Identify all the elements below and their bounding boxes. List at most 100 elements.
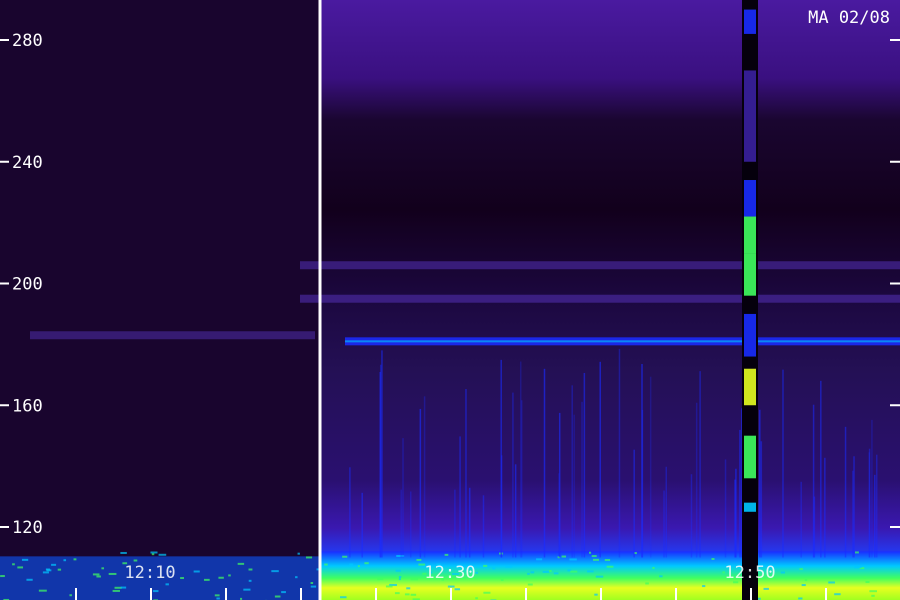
noise-speck: [570, 570, 578, 573]
vertical-streak: [871, 419, 873, 558]
noise-speck: [594, 593, 598, 596]
noise-speck: [475, 571, 479, 574]
y-tick-label-280: 280: [12, 31, 43, 51]
noise-speck: [588, 551, 592, 554]
noise-speck: [153, 590, 159, 593]
burst-segment: [744, 313, 756, 357]
vertical-streak: [824, 457, 826, 558]
noise-speck: [536, 558, 543, 561]
noise-speck: [569, 558, 577, 561]
noise-speck: [26, 578, 33, 581]
vertical-streak: [349, 467, 351, 558]
noise-speck: [120, 551, 127, 554]
noise-speck: [51, 563, 57, 566]
noise-speck: [193, 570, 200, 573]
y-tick-left-160: [0, 404, 9, 407]
noise-speck: [101, 567, 105, 570]
noise-speck: [398, 578, 401, 581]
vertical-streak: [759, 409, 761, 558]
noise-speck: [492, 567, 496, 570]
vertical-streak: [583, 372, 586, 558]
vertical-streak: [520, 400, 523, 558]
vertical-streak: [690, 474, 693, 558]
noise-speck: [364, 562, 369, 565]
y-tick-left-200: [0, 282, 9, 285]
noise-speck: [561, 555, 567, 558]
vertical-streak: [649, 376, 652, 558]
x-tick-label-2: 12:50: [724, 563, 775, 583]
noise-speck: [271, 570, 279, 573]
noise-speck: [281, 591, 286, 594]
y-tick-left-280: [0, 39, 9, 41]
burst-segment: [744, 435, 756, 479]
vertical-streak: [459, 436, 461, 558]
noise-speck: [340, 596, 347, 599]
noise-speck: [406, 587, 411, 590]
vertical-streak: [820, 380, 822, 558]
noise-speck: [248, 568, 253, 571]
noise-speck: [863, 576, 866, 579]
vertical-streak: [782, 369, 784, 558]
vertical-streak: [868, 448, 871, 558]
vertical-streak: [739, 429, 741, 558]
noise-speck: [871, 594, 875, 597]
noise-speck: [305, 556, 313, 559]
vertical-streak: [581, 401, 583, 558]
noise-speck: [865, 580, 870, 583]
noise-speck: [42, 571, 49, 574]
vertical-streak: [844, 426, 847, 558]
noise-speck: [324, 563, 328, 566]
noise-speck: [12, 563, 15, 566]
vertical-streak: [599, 361, 601, 558]
vertical-streak: [800, 481, 802, 558]
noise-speck: [702, 585, 706, 588]
noise-speck: [204, 578, 210, 581]
vertical-streak: [874, 474, 876, 558]
data-gap-marker: [318, 0, 322, 600]
noise-speck: [150, 551, 158, 554]
vertical-streak: [571, 385, 573, 558]
x-minor-tick: [375, 588, 377, 600]
noise-speck: [645, 582, 649, 585]
noise-speck: [310, 585, 317, 588]
noise-speck: [395, 569, 401, 572]
chart-title: MA 02/08: [808, 8, 890, 28]
noise-speck: [228, 574, 231, 577]
noise-speck: [342, 555, 348, 558]
noise-speck: [652, 566, 655, 569]
noise-speck: [114, 586, 122, 589]
x-minor-tick: [525, 588, 527, 600]
noise-speck: [553, 572, 559, 575]
noise-speck: [592, 558, 600, 561]
vertical-streak: [665, 466, 668, 558]
noise-speck: [444, 553, 449, 556]
burst-segment: [744, 253, 756, 296]
noise-speck: [604, 559, 611, 562]
noise-speck: [416, 558, 422, 561]
noise-speck: [92, 573, 100, 576]
y-tick-left-240: [0, 160, 9, 163]
burst-segment: [744, 368, 756, 406]
noise-speck: [410, 578, 419, 581]
noise-speck: [180, 577, 184, 580]
vertical-streak: [573, 414, 575, 558]
noise-speck: [38, 589, 47, 592]
x-minor-tick: [600, 588, 602, 600]
vertical-streak: [558, 412, 561, 558]
noise-speck: [385, 585, 393, 588]
noise-speck: [542, 570, 550, 573]
noise-speck: [158, 553, 167, 556]
vertical-streak: [402, 438, 404, 558]
vertical-streak: [875, 454, 878, 558]
y-tick-right-280: [890, 39, 900, 41]
vertical-streak: [512, 392, 514, 558]
x-minor-tick: [300, 588, 302, 600]
vertical-streak: [543, 368, 546, 558]
noise-speck: [69, 594, 72, 597]
band-206: [300, 261, 900, 270]
noise-speck: [349, 563, 354, 566]
x-tick-label-0: 12:10: [124, 563, 175, 583]
noise-speck: [587, 570, 594, 573]
noise-speck: [218, 576, 224, 579]
vertical-streak: [468, 487, 471, 558]
